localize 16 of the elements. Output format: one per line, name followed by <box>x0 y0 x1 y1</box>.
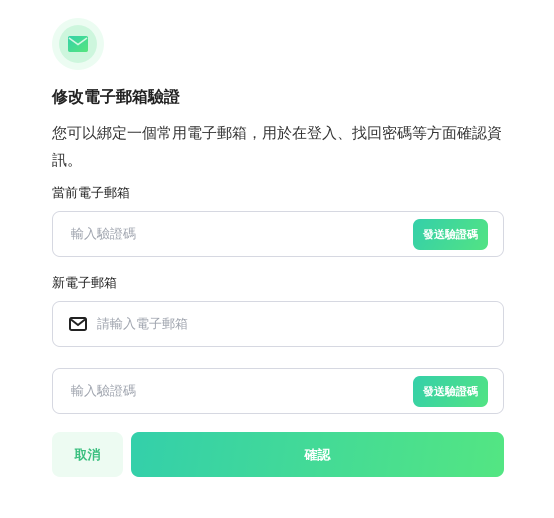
input-field[interactable]: 輸入驗證碼 發送驗證碼 <box>52 368 504 414</box>
send-code-button[interactable]: 發送驗證碼 <box>413 376 488 406</box>
input-field[interactable]: 請輸入電子郵箱 <box>52 301 504 347</box>
cancel-button[interactable]: 取消 <box>52 432 123 477</box>
send-code-button[interactable]: 發送驗證碼 <box>413 218 488 250</box>
field-label: 當前電子郵箱 <box>52 185 131 203</box>
input-field[interactable]: 輸入驗證碼 發送驗證碼 <box>52 211 504 257</box>
confirm-button[interactable]: 確認 <box>131 432 504 477</box>
mail-icon <box>69 317 87 331</box>
dialog-title: 修改電子郵箱驗證 <box>52 86 181 108</box>
description: 您可以綁定一個常用電子郵箱，用於在登入、找回密碼等方面確認資訊。 <box>52 123 503 171</box>
code-input[interactable]: 輸入驗證碼 <box>69 226 413 242</box>
mail-badge-icon <box>52 18 104 70</box>
code-input[interactable]: 輸入驗證碼 <box>69 382 413 400</box>
field-label: 新電子郵箱 <box>52 275 118 293</box>
email-input[interactable]: 請輸入電子郵箱 <box>95 316 488 332</box>
